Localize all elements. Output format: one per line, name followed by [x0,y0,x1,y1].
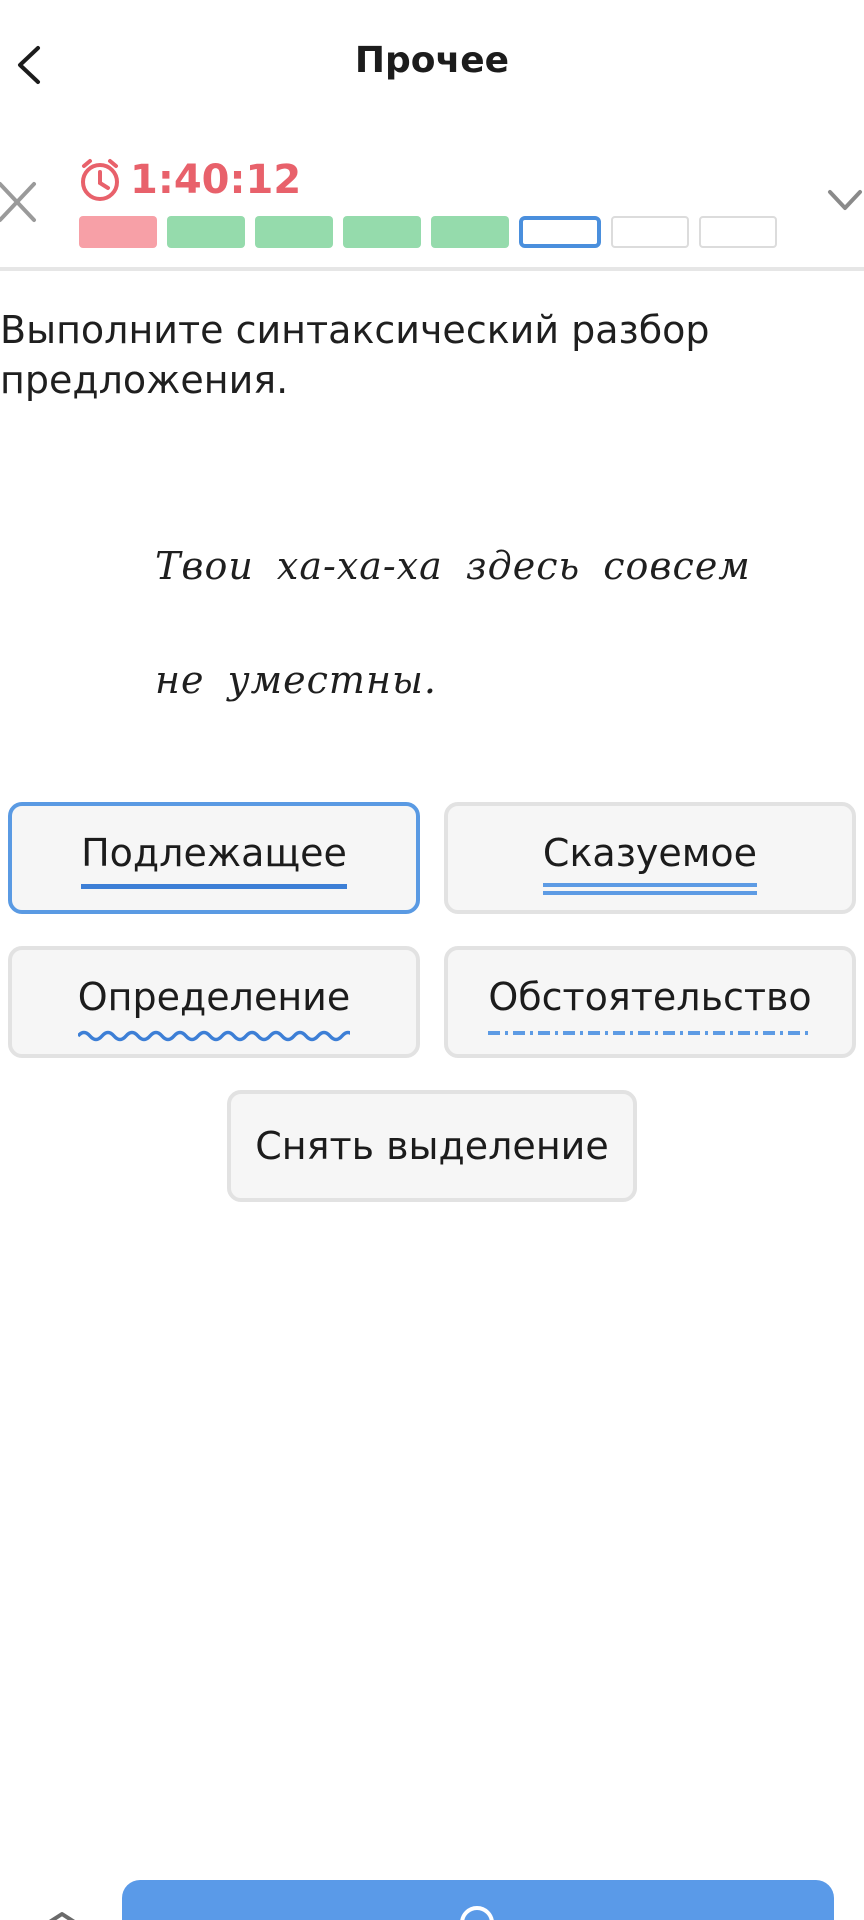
progress-segment-correct[interactable] [431,216,509,248]
progress-segment-empty[interactable] [699,216,777,248]
sentence: Твои ха-ха-ха здесь совсем не уместны. [155,535,815,763]
subject-label: Подлежащее [81,831,347,889]
page-title: Прочее [354,40,510,81]
dash-dot-underline [488,1031,809,1035]
adverbial-button[interactable]: Обстоятельство [444,946,856,1058]
single-underline [81,884,347,889]
close-button[interactable] [0,180,38,224]
progress-segment-correct[interactable] [167,216,245,248]
adverbial-text: Обстоятельство [488,975,812,1019]
shape-icon [48,1912,76,1920]
subject-button[interactable]: Подлежащее [8,802,420,914]
close-icon [0,182,36,222]
expand-button[interactable] [826,186,864,216]
adverbial-label: Обстоятельство [488,975,812,1035]
attribute-text: Определение [77,975,351,1019]
timer-value: 1:40:12 [130,157,302,203]
attribute-button[interactable]: Определение [8,946,420,1058]
chevron-down-icon [828,190,862,210]
progress-segments [79,216,777,248]
progress-segment-incorrect[interactable] [79,216,157,248]
timer: 1:40:12 [78,154,301,206]
clock-icon [81,159,119,201]
progress-segment-correct[interactable] [255,216,333,248]
predicate-label: Сказуемое [542,831,758,895]
double-underline [542,883,758,895]
primary-action-button[interactable] [122,1880,834,1920]
task-instruction: Выполните синтаксический разбор предложе… [0,308,710,402]
divider [0,267,864,271]
hint-button[interactable] [30,1898,94,1920]
subject-text: Подлежащее [81,831,347,875]
progress-segment-empty[interactable] [611,216,689,248]
progress-segment-current[interactable] [519,216,601,248]
wavy-underline [77,1030,350,1042]
button-icon [460,1906,494,1920]
predicate-text: Сказуемое [542,831,758,875]
predicate-button[interactable]: Сказуемое [444,802,856,914]
sentence-line[interactable]: Твои ха-ха-ха здесь совсем [155,535,815,649]
clear-selection-text: Снять выделение [255,1124,609,1168]
clear-selection-button[interactable]: Снять выделение [227,1090,637,1202]
screen: Прочее 1:40:12 Выполните синтаксический … [0,0,864,1920]
sentence-line[interactable]: не уместны. [155,649,815,763]
attribute-label: Определение [77,975,351,1042]
progress-segment-correct[interactable] [343,216,421,248]
